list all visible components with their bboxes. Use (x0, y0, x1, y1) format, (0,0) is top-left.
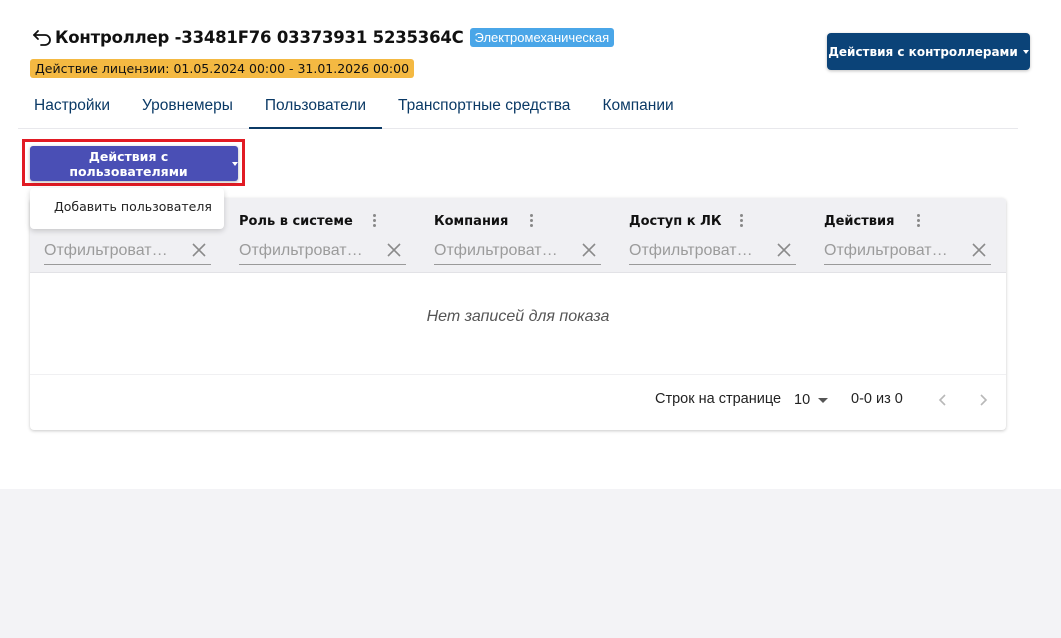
column-title: Компания (434, 214, 509, 229)
caret-down-icon (232, 161, 238, 166)
controller-actions-button[interactable]: Действия с контроллерами (827, 33, 1030, 70)
rows-per-page-label: Строк на странице (655, 391, 782, 407)
page-title: Контроллер -33481F76 03373931 5235364C (55, 27, 464, 47)
clear-icon[interactable] (971, 242, 987, 258)
filter-input[interactable] (434, 237, 569, 264)
column-header: Роль в системе (239, 198, 419, 273)
column-filter (434, 237, 601, 265)
column-filter (629, 237, 796, 265)
pagination-range: 0-0 из 0 (851, 391, 903, 407)
tab-companies[interactable]: Компании (586, 88, 689, 128)
clear-icon[interactable] (776, 242, 792, 258)
column-filter (824, 237, 991, 265)
rows-per-page-value: 10 (794, 392, 811, 408)
license-badge: Действие лицензии: 01.05.2024 00:00 - 31… (30, 59, 415, 78)
controller-type-badge: Электромеханическая (469, 27, 615, 47)
column-title: Действия (824, 214, 895, 229)
controller-actions-label: Действия с контроллерами (828, 44, 1018, 59)
clear-icon[interactable] (386, 242, 402, 258)
page: Контроллер -33481F76 03373931 5235364C Э… (0, 0, 1061, 489)
users-actions-label: Действия с пользователями (69, 148, 188, 179)
menu-item-add-user[interactable]: Добавить пользователя (54, 199, 212, 214)
clear-icon[interactable] (191, 242, 207, 258)
column-menu-icon[interactable] (369, 214, 379, 232)
empty-message: Нет записей для показа (426, 308, 610, 325)
users-actions-button[interactable]: Действия с пользователями (30, 146, 238, 181)
column-filter (44, 237, 211, 265)
title-row: Контроллер -33481F76 03373931 5235364C Э… (30, 24, 615, 50)
filter-input[interactable] (629, 237, 764, 264)
users-table: Роль в системе Компания (30, 198, 1006, 430)
column-menu-icon[interactable] (526, 214, 536, 232)
clear-icon[interactable] (581, 242, 597, 258)
tab-users[interactable]: Пользователи (248, 88, 383, 129)
prev-page-icon[interactable] (932, 389, 954, 411)
caret-down-icon (1022, 49, 1029, 54)
users-actions-menu: Добавить пользователя (30, 188, 224, 229)
filter-input[interactable] (824, 237, 959, 264)
rows-per-page-select[interactable]: 10 (794, 389, 832, 411)
tab-vehicles[interactable]: Транспортные средства (382, 88, 586, 128)
column-title: Доступ к ЛК (629, 214, 722, 229)
tabs: Настройки Уровнемеры Пользователи Трансп… (18, 88, 1018, 129)
back-arrow-icon[interactable] (30, 25, 54, 49)
table-pagination: Строк на странице 10 0-0 из 0 (30, 374, 1006, 430)
filter-input[interactable] (239, 237, 374, 264)
caret-down-icon (818, 397, 829, 403)
column-header: Доступ к ЛК (629, 198, 809, 273)
filter-input[interactable] (44, 237, 179, 264)
column-title: Роль в системе (239, 214, 353, 229)
tab-settings[interactable]: Настройки (18, 88, 126, 128)
column-header: Действия (824, 198, 1004, 273)
column-menu-icon[interactable] (913, 214, 923, 232)
column-menu-icon[interactable] (736, 214, 746, 232)
column-filter (239, 237, 406, 265)
next-page-icon[interactable] (972, 389, 994, 411)
tab-level-gauges[interactable]: Уровнемеры (126, 88, 249, 128)
column-header: Компания (434, 198, 614, 273)
